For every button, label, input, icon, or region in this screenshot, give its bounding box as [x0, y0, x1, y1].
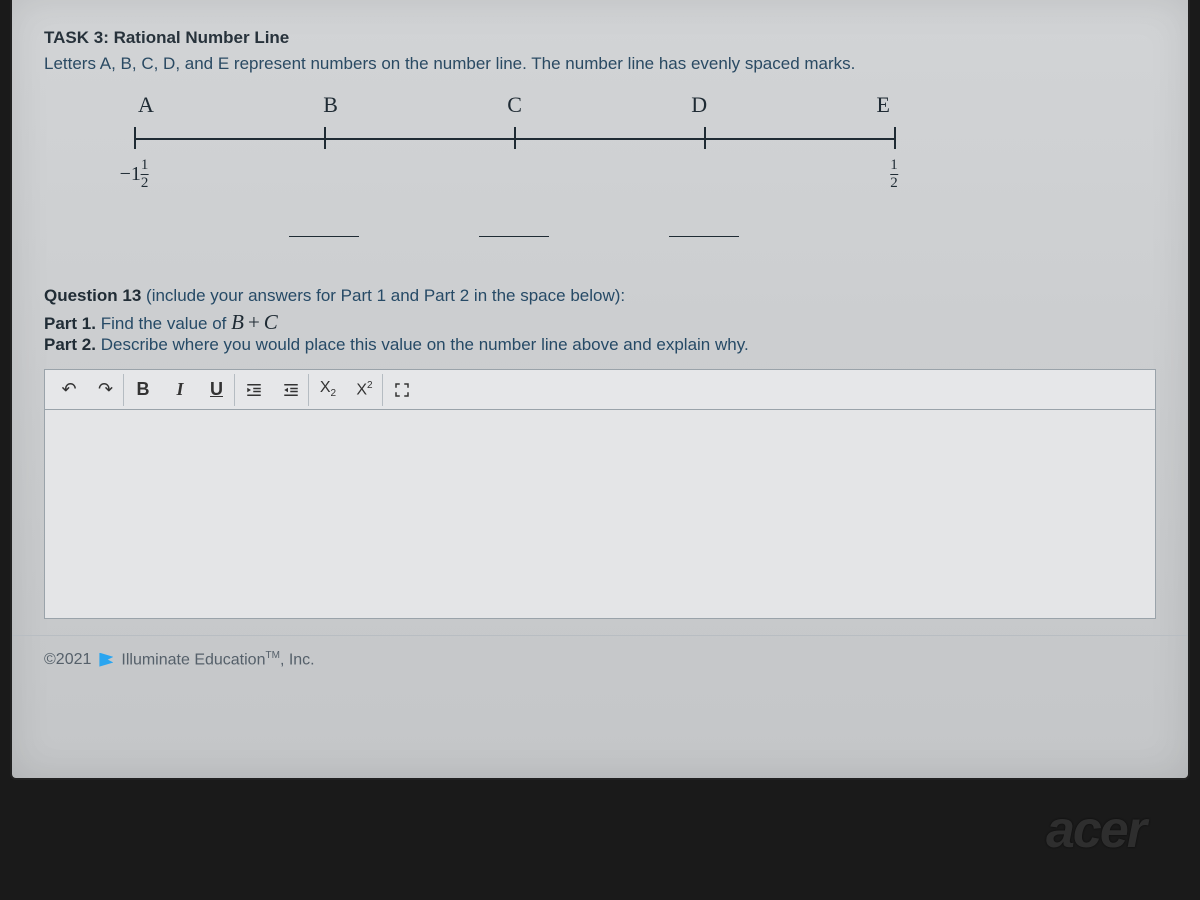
number-line-figure: A B C D E −1 1	[134, 92, 894, 256]
italic-icon: I	[176, 379, 183, 400]
question-part2: Part 2. Describe where you would place t…	[44, 335, 1156, 355]
italic-button[interactable]: I	[162, 374, 198, 406]
page-footer: ©2021 Illuminate EducationTM, Inc.	[12, 635, 1188, 683]
underline-icon: U	[210, 379, 223, 400]
math-lhs: B	[231, 310, 244, 334]
blank-d	[669, 236, 739, 237]
part2-label: Part 2.	[44, 335, 96, 354]
redo-button[interactable]: ↷	[88, 374, 124, 406]
device-photo: TASK 3: Rational Number Line Letters A, …	[0, 0, 1200, 900]
letter-d: D	[691, 92, 707, 118]
editor-toolbar: ↶ ↷ B I U	[45, 370, 1155, 410]
answer-editor: ↶ ↷ B I U	[44, 369, 1156, 619]
part2-text: Describe where you would place this valu…	[96, 335, 749, 354]
number-line-letters: A B C D E	[134, 92, 894, 118]
task-description: Letters A, B, C, D, and E represent numb…	[44, 54, 1156, 74]
letter-a: A	[138, 92, 154, 118]
blank-labels-row	[134, 236, 894, 256]
task-title: TASK 3: Rational Number Line	[44, 28, 1156, 48]
bold-button[interactable]: B	[125, 374, 161, 406]
superscript-icon: X2	[356, 380, 372, 399]
subscript-button[interactable]: X2	[310, 374, 346, 406]
undo-icon: ↶	[61, 379, 76, 400]
underline-button[interactable]: U	[199, 374, 235, 406]
value-e: 1 2	[890, 158, 898, 191]
expand-icon	[393, 381, 411, 399]
number-line-values: −1 1 2 1 2	[134, 158, 894, 208]
part1-label: Part 1.	[44, 314, 96, 333]
tick-b	[324, 127, 326, 149]
letter-b: B	[323, 92, 338, 118]
value-a: −1 1 2	[120, 158, 149, 191]
question-number: Question 13	[44, 286, 141, 305]
tick-e	[894, 127, 896, 149]
copyright-year: ©2021	[44, 651, 91, 669]
answer-textarea[interactable]	[45, 410, 1155, 618]
value-e-denominator: 2	[890, 176, 898, 191]
content-area: TASK 3: Rational Number Line Letters A, …	[12, 0, 1188, 629]
company-name: Illuminate EducationTM, Inc.	[121, 650, 314, 669]
outdent-button[interactable]	[273, 374, 309, 406]
value-a-numerator: 1	[141, 158, 149, 173]
tick-c	[514, 127, 516, 149]
superscript-button[interactable]: X2	[347, 374, 383, 406]
math-op: +	[248, 310, 260, 334]
indent-button[interactable]	[236, 374, 272, 406]
part1-prefix: Find the value of	[96, 314, 231, 333]
value-a-denominator: 2	[141, 176, 149, 191]
number-line	[134, 124, 894, 154]
outdent-icon	[282, 381, 300, 399]
tick-d	[704, 127, 706, 149]
bold-icon: B	[137, 379, 150, 400]
letter-e: E	[877, 92, 890, 118]
redo-icon: ↷	[98, 379, 113, 400]
blank-c	[479, 236, 549, 237]
device-brand-logo: acer	[1046, 800, 1145, 860]
value-e-numerator: 1	[890, 158, 898, 173]
indent-icon	[245, 381, 263, 399]
question-part1: Part 1. Find the value of B+C	[44, 310, 1156, 335]
screen-area: TASK 3: Rational Number Line Letters A, …	[10, 0, 1190, 780]
question-header: Question 13 (include your answers for Pa…	[44, 286, 1156, 306]
undo-button[interactable]: ↶	[51, 374, 87, 406]
value-a-whole: −1	[120, 163, 141, 186]
subscript-icon: X2	[320, 379, 336, 399]
math-rhs: C	[264, 310, 278, 334]
tick-a	[134, 127, 136, 149]
company-flag-icon	[99, 653, 113, 667]
question-header-rest: (include your answers for Part 1 and Par…	[141, 286, 625, 305]
blank-b	[289, 236, 359, 237]
math-expression: B+C	[231, 310, 278, 334]
letter-c: C	[507, 92, 522, 118]
fullscreen-button[interactable]	[384, 374, 420, 406]
question-block: Question 13 (include your answers for Pa…	[44, 286, 1156, 355]
